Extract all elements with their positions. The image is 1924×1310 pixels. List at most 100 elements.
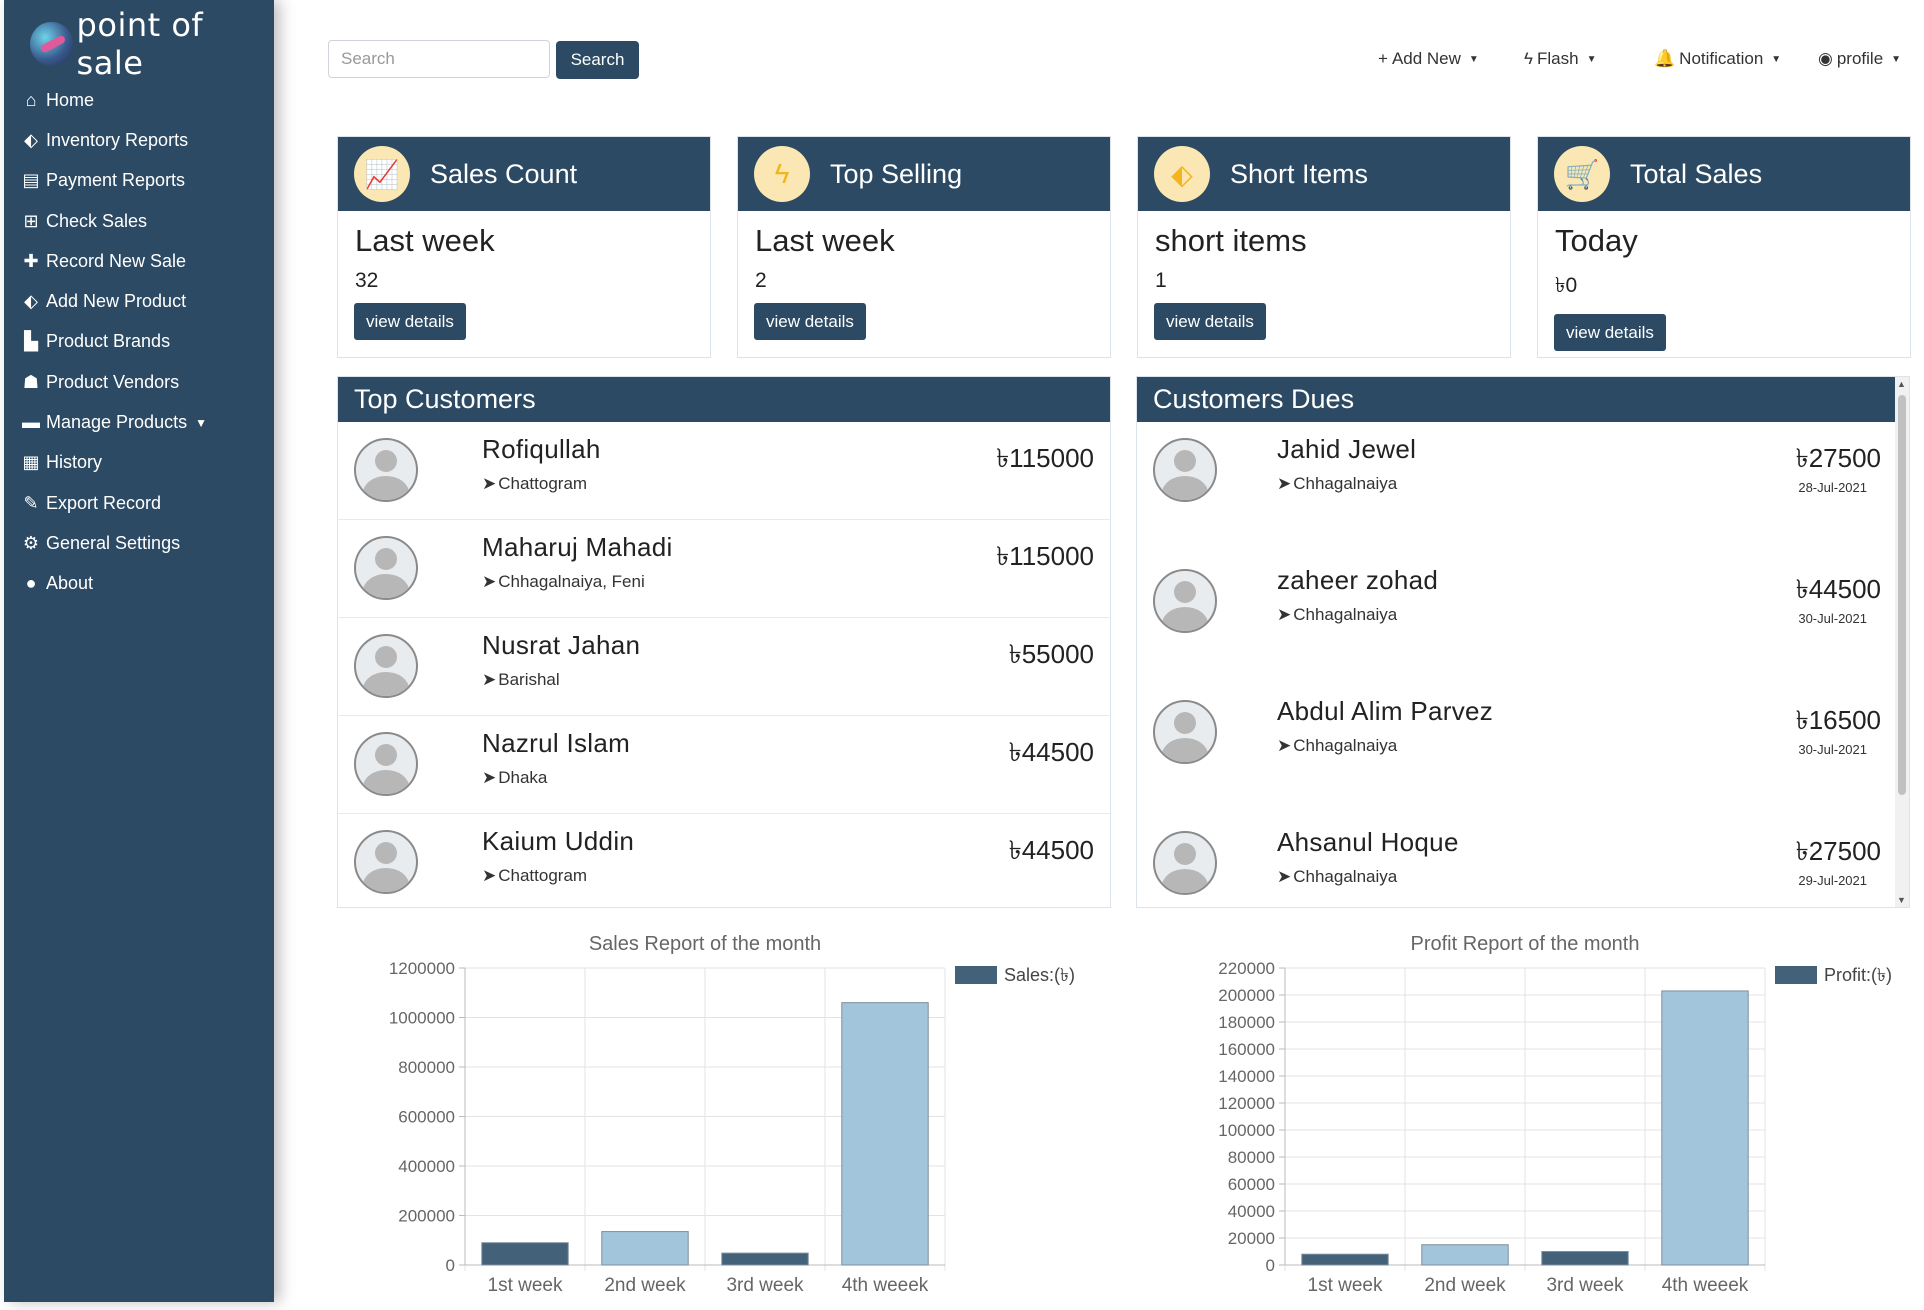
y-tick-label: 1200000 xyxy=(389,959,455,978)
topnav-label: profile xyxy=(1836,49,1884,68)
customer-amount: ৳115000 xyxy=(996,541,1094,571)
list-item[interactable]: Maharuj Mahadi ➤ Chhagalnaiya, Feni ৳115000 xyxy=(338,520,1110,618)
bar-1[interactable] xyxy=(1301,1253,1389,1266)
customer-location: ➤ Barishal xyxy=(482,670,560,690)
location-arrow-icon: ➤ xyxy=(482,572,497,591)
list-item[interactable]: Abdul Alim Parvez ➤ Chhagalnaiya ৳16500 30-J… xyxy=(1137,684,1909,815)
legend-swatch[interactable] xyxy=(1775,966,1817,984)
topnav-label: Add New xyxy=(1391,49,1461,68)
location-arrow-icon: ➤ xyxy=(1277,867,1292,886)
app-logo[interactable]: point of sale xyxy=(30,6,274,82)
topnav-profile[interactable]: ◉ profile ▼ xyxy=(1818,46,1901,72)
chart-area-icon: 📈 xyxy=(354,146,410,202)
sidebar-nav: ⌂ Home ⬖ Inventory Reports ▤ Payment Reports ⊞… xyxy=(4,80,274,604)
sidebar-item-check-sales[interactable]: ⊞ Check Sales xyxy=(4,201,274,241)
caret-down-icon: ▼ xyxy=(1468,53,1479,65)
chart-plot: 0 200000 400000 600000 800000 1000000 1200000 1… xyxy=(389,959,946,1296)
customer-amount: ৳44500 xyxy=(1008,737,1094,767)
sales-chart: 0 200000 400000 600000 800000 1000000 1200000 1… xyxy=(360,924,1100,1309)
x-tick-label: 2nd week xyxy=(1424,1275,1506,1296)
view-details-button[interactable]: view details xyxy=(754,303,866,340)
sidebar-item-product-vendors[interactable]: ☗ Product Vendors xyxy=(4,362,274,402)
customer-location: ➤ Chhagalnaiya xyxy=(1277,474,1397,494)
sidebar-item-label: Product Vendors xyxy=(46,371,180,392)
panel-title: Customers Dues xyxy=(1137,377,1909,422)
customer-location-text: Chhagalnaiya, Feni xyxy=(498,572,645,591)
sidebar-item-add-new-product[interactable]: ⬖ Add New Product xyxy=(4,281,274,321)
sidebar-item-about[interactable]: ● About xyxy=(4,564,274,604)
list-item[interactable]: Jahid Jewel ➤ Chhagalnaiya ৳27500 28-Jul-202… xyxy=(1137,422,1909,553)
location-arrow-icon: ➤ xyxy=(1277,736,1292,755)
list-item[interactable]: Kaium Uddin ➤ Chattogram ৳44500 xyxy=(338,814,1110,907)
sidebar-item-label: History xyxy=(46,452,103,473)
view-details-button[interactable]: view details xyxy=(1554,314,1666,351)
scroll-down-icon[interactable]: ▼ xyxy=(1897,895,1906,905)
avatar xyxy=(1153,438,1217,502)
x-tick-label: 1st week xyxy=(1308,1275,1383,1296)
view-details-button[interactable]: view details xyxy=(354,303,466,340)
sidebar-item-export-record[interactable]: ✎ Export Record xyxy=(4,483,274,523)
customer-location: ➤ Dhaka xyxy=(482,768,547,788)
sidebar-item-general-settings[interactable]: ⚙ General Settings xyxy=(4,523,274,563)
y-tick-label: 200000 xyxy=(398,1207,455,1226)
legend-label: Profit:(৳) xyxy=(1824,965,1892,985)
list-item[interactable]: Nazrul Islam ➤ Dhaka ৳44500 xyxy=(338,716,1110,814)
bar-1[interactable] xyxy=(481,1242,569,1266)
logo-icon xyxy=(30,22,73,66)
topnav-notification[interactable]: 🔔 Notification ▼ xyxy=(1654,46,1781,72)
tags-icon: ⬖ xyxy=(24,129,38,150)
bar-3[interactable] xyxy=(1541,1251,1629,1266)
caret-down-icon: ▼ xyxy=(195,415,207,430)
sidebar-item-inventory-reports[interactable]: ⬖ Inventory Reports xyxy=(4,120,274,160)
profit-chart: 0 20000 40000 60000 80000 100000 120000 140000 1… xyxy=(1180,924,1920,1309)
top-customers-panel: Top Customers Rofiqullah ➤ Chattogram ৳1150… xyxy=(337,376,1111,908)
due-amount: ৳27500 xyxy=(1795,443,1881,473)
due-date: 28-Jul-2021 xyxy=(1798,480,1867,495)
sidebar-item-manage-products[interactable]: ▬ Manage Products ▼ xyxy=(4,402,274,442)
sidebar-item-payment-reports[interactable]: ▤ Payment Reports xyxy=(4,161,274,201)
list-item[interactable]: zaheer zohad ➤ Chhagalnaiya ৳44500 30-Jul-20… xyxy=(1137,553,1909,684)
location-arrow-icon: ➤ xyxy=(482,768,497,787)
list-item[interactable]: Nusrat Jahan ➤ Barishal ৳55000 xyxy=(338,618,1110,716)
search-input[interactable] xyxy=(328,40,550,78)
bar-2[interactable] xyxy=(601,1231,689,1266)
scroll-thumb[interactable] xyxy=(1898,395,1906,795)
topnav-add-new[interactable]: + Add New ▼ xyxy=(1378,46,1479,72)
dues-scrollbar[interactable]: ▲ ▼ xyxy=(1895,377,1909,907)
sidebar-item-record-new-sale[interactable]: ✚ Record New Sale xyxy=(4,241,274,281)
view-details-button[interactable]: view details xyxy=(1154,303,1266,340)
avatar xyxy=(354,536,418,600)
topnav-flash[interactable]: ϟ Flash ▼ xyxy=(1524,46,1596,72)
scroll-up-icon[interactable]: ▲ xyxy=(1897,379,1906,389)
bar-4[interactable] xyxy=(1661,990,1749,1266)
bar-4[interactable] xyxy=(841,1002,929,1266)
bolt-icon: ϟ xyxy=(1524,49,1533,68)
sidebar-item-label: Manage Products xyxy=(46,412,188,433)
due-date: 30-Jul-2021 xyxy=(1798,611,1867,626)
calendar-icon: ▦ xyxy=(22,452,40,473)
y-tick-label: 40000 xyxy=(1228,1202,1275,1221)
sidebar-item-home[interactable]: ⌂ Home xyxy=(4,80,274,120)
legend-swatch[interactable] xyxy=(955,966,997,984)
sidebar-item-product-brands[interactable]: ▙ Product Brands xyxy=(4,322,274,362)
search-button[interactable]: Search xyxy=(556,41,639,79)
bar-3[interactable] xyxy=(721,1252,809,1266)
list-item[interactable]: Ahsanul Hoque ➤ Chhagalnaiya ৳27500 29-Jul-2… xyxy=(1137,815,1909,907)
location-arrow-icon: ➤ xyxy=(482,474,497,493)
sidebar-item-label: Check Sales xyxy=(46,210,148,231)
customer-location-text: Chattogram xyxy=(498,866,588,885)
sidebar-item-label: About xyxy=(46,573,94,594)
bar-2[interactable] xyxy=(1421,1244,1509,1266)
due-date: 30-Jul-2021 xyxy=(1798,742,1867,757)
stat-card-title: Sales Count xyxy=(430,158,578,189)
sidebar: point of sale ⌂ Home ⬖ Inventory Reports ▤ Pa… xyxy=(4,0,274,1302)
customer-name: Abdul Alim Parvez xyxy=(1277,696,1494,726)
edit-icon: ✎ xyxy=(23,492,39,513)
home-icon: ⌂ xyxy=(25,89,37,110)
x-tick-label: 4th weeek xyxy=(1662,1275,1749,1296)
sidebar-item-label: Home xyxy=(46,89,95,110)
list-item[interactable]: Rofiqullah ➤ Chattogram ৳115000 xyxy=(338,422,1110,520)
sidebar-item-history[interactable]: ▦ History xyxy=(4,443,274,483)
table-icon: ⊞ xyxy=(23,210,39,231)
panel-title: Top Customers xyxy=(338,377,1110,422)
